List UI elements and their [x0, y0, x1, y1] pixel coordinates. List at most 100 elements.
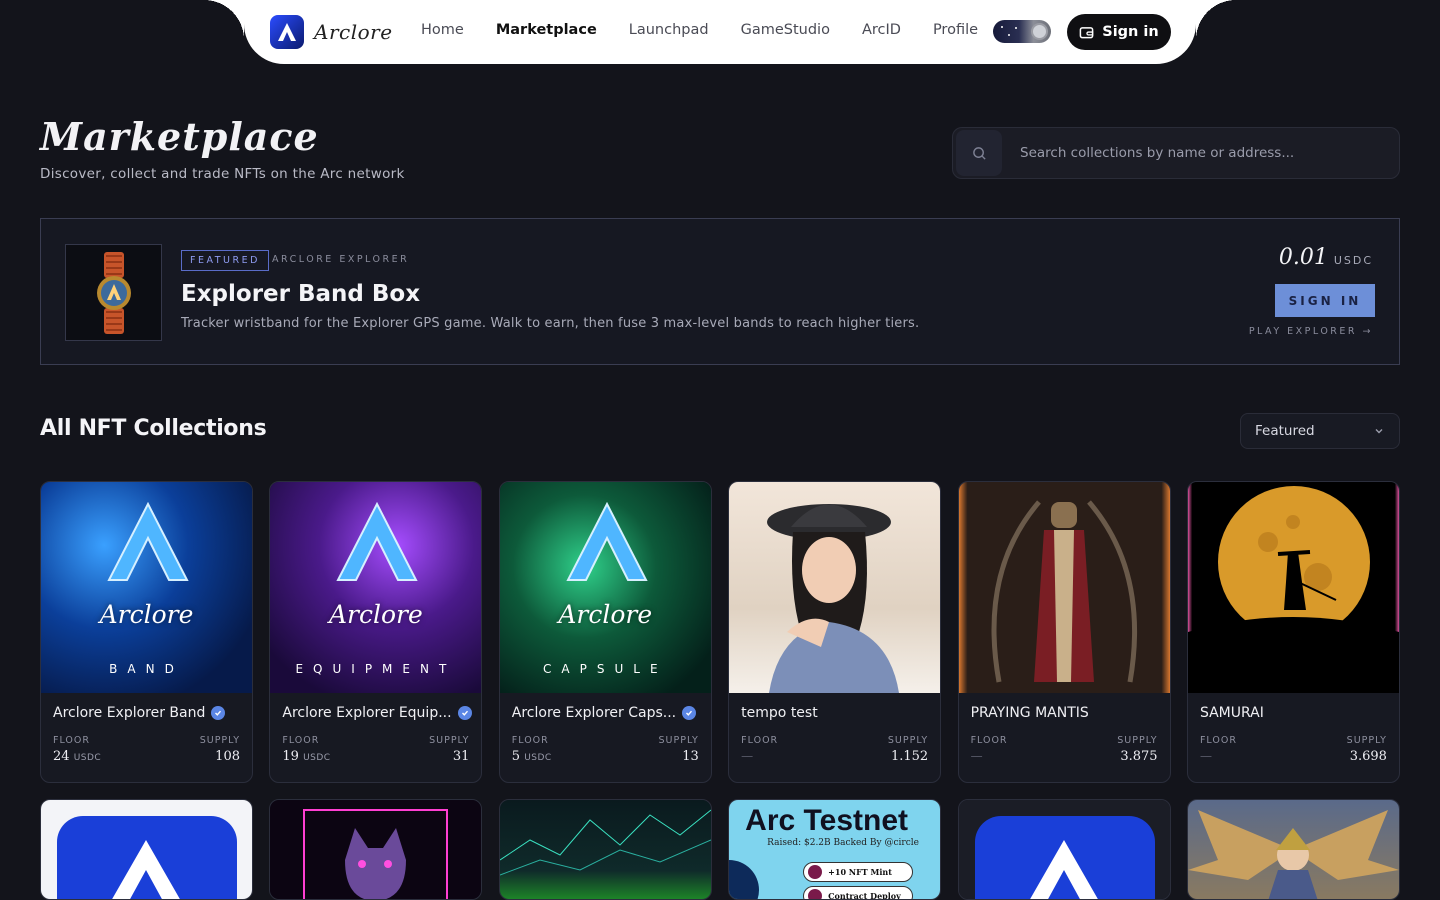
floor-label: FLOOR	[1199, 735, 1237, 746]
testnet-pill-deploy-label: Contract Deploy	[828, 891, 901, 900]
collections-title: All NFT Collections	[40, 416, 267, 441]
collection-card[interactable]	[1186, 799, 1400, 900]
floor-label: FLOOR	[53, 735, 90, 746]
collection-image	[499, 800, 711, 899]
collection-image: Arclore BAND	[41, 482, 252, 693]
nav-link-launchpad[interactable]: Launchpad	[629, 22, 709, 38]
floor-value: 24	[53, 749, 70, 764]
sort-dropdown[interactable]: Featured	[1240, 413, 1400, 449]
art-subtitle: CAPSULE	[543, 662, 668, 676]
supply-value: 3.875	[1120, 749, 1158, 764]
testnet-subtitle: Raised: $2.2B Backed By @circle	[767, 838, 919, 848]
collection-card[interactable]: PRAYING MANTIS FLOOR — SUPPLY 3.875	[957, 481, 1171, 783]
collection-image	[958, 800, 1170, 899]
sign-in-button[interactable]: Sign in	[1067, 14, 1171, 50]
play-explorer-link[interactable]: PLAY EXPLORER →	[1249, 326, 1373, 337]
floor-value: —	[1199, 749, 1212, 763]
collection-image: Arclore EQUIPMENT	[270, 482, 482, 693]
supply-label: SUPPLY	[1117, 735, 1158, 746]
collection-name: Arclore Explorer Caps...	[511, 705, 677, 721]
nav-link-profile[interactable]: Profile	[933, 22, 978, 38]
featured-title[interactable]: Explorer Band Box	[181, 281, 420, 307]
featured-description: Tracker wristband for the Explorer GPS g…	[181, 316, 920, 331]
supply-label: SUPPLY	[658, 735, 699, 746]
arclore-logo-icon	[270, 15, 304, 49]
floor-value: —	[970, 749, 983, 763]
nav-link-gamestudio[interactable]: GameStudio	[741, 22, 830, 38]
collection-name: PRAYING MANTIS	[970, 705, 1089, 721]
floor-label: FLOOR	[741, 735, 779, 746]
search-bar	[952, 127, 1400, 179]
collection-name: Arclore Explorer Equip...	[282, 705, 452, 721]
collection-card[interactable]	[269, 799, 483, 900]
search-input[interactable]	[1020, 145, 1380, 161]
floor-unit: USDC	[73, 753, 102, 763]
wristband-icon	[96, 251, 131, 334]
supply-label: SUPPLY	[1346, 735, 1387, 746]
testnet-pill-deploy: Contract Deploy	[803, 886, 914, 900]
art-title: Arclore	[99, 600, 194, 629]
supply-label: SUPPLY	[429, 735, 470, 746]
collection-image	[41, 800, 252, 899]
collection-card[interactable]: SAMURAI FLOOR — SUPPLY 3.698	[1186, 481, 1400, 783]
featured-collection-name[interactable]: ARCLORE EXPLORER	[272, 254, 409, 265]
testnet-title: Arc Testnet	[745, 804, 908, 837]
featured-price-unit: USDC	[1333, 254, 1373, 267]
nav-link-marketplace[interactable]: Marketplace	[496, 22, 597, 38]
collection-card[interactable]: tempo test FLOOR — SUPPLY 1.152	[728, 481, 942, 783]
collection-image: Arclore CAPSULE	[499, 482, 711, 693]
supply-value: 13	[682, 749, 699, 764]
floor-label: FLOOR	[282, 735, 320, 746]
supply-value: 108	[215, 749, 240, 764]
collection-name: Arclore Explorer Band	[53, 705, 206, 721]
collection-card[interactable]: Arclore EQUIPMENT Arclore Explorer Equip…	[269, 481, 483, 783]
top-navbar: Arclore Home Marketplace Launchpad GameS…	[204, 0, 1236, 64]
verified-icon	[211, 706, 226, 720]
featured-badge: FEATURED	[181, 250, 269, 271]
floor-unit: USDC	[524, 753, 552, 763]
collection-name: SAMURAI	[1199, 705, 1264, 721]
search-icon[interactable]	[956, 130, 1002, 176]
wallet-icon	[1079, 26, 1094, 38]
page-title: Marketplace	[40, 114, 319, 159]
floor-value: 5	[511, 749, 521, 764]
featured-price-value: 0.01	[1278, 245, 1328, 270]
supply-value: 3.698	[1349, 749, 1387, 764]
theme-toggle[interactable]	[993, 20, 1051, 43]
page-subtitle: Discover, collect and trade NFTs on the …	[40, 166, 405, 182]
supply-value: 31	[452, 749, 470, 764]
supply-label: SUPPLY	[199, 735, 240, 746]
collection-image	[270, 800, 482, 899]
testnet-pill-mint-label: +10 NFT Mint	[828, 867, 892, 877]
collection-image	[1187, 800, 1399, 899]
verified-icon	[682, 706, 697, 720]
nav-link-home[interactable]: Home	[421, 22, 464, 38]
collection-image	[729, 482, 941, 693]
nav-link-arcid[interactable]: ArcID	[862, 22, 901, 38]
floor-value: 19	[282, 749, 299, 764]
floor-label: FLOOR	[970, 735, 1008, 746]
brand-name: Arclore	[314, 20, 393, 44]
art-title: Arclore	[328, 600, 423, 629]
collection-image	[1187, 482, 1399, 693]
collection-name: tempo test	[741, 705, 818, 721]
collections-grid: Arclore BAND Arclore Explorer Band FLOOR…	[40, 481, 1400, 783]
collection-card[interactable]: Arclore CAPSULE Arclore Explorer Caps...…	[498, 481, 712, 783]
brand-logo[interactable]: Arclore	[270, 15, 393, 49]
featured-sign-in-button[interactable]: SIGN IN	[1275, 284, 1375, 317]
collection-card[interactable]	[40, 799, 253, 900]
collection-card[interactable]: Arclore BAND Arclore Explorer Band FLOOR…	[40, 481, 253, 783]
sign-in-label: Sign in	[1102, 24, 1159, 40]
supply-value: 1.152	[890, 749, 929, 764]
floor-value: —	[741, 749, 754, 763]
featured-price: 0.01 USDC	[1279, 245, 1373, 270]
art-subtitle: BAND	[109, 662, 184, 676]
collection-card[interactable]: Arc Testnet Raised: $2.2B Backed By @cir…	[728, 799, 942, 900]
verified-icon	[457, 706, 472, 720]
collection-image: Arc Testnet Raised: $2.2B Backed By @cir…	[729, 800, 941, 900]
collection-card[interactable]	[957, 799, 1171, 900]
chevron-down-icon	[1375, 429, 1383, 434]
moon-icon	[1031, 23, 1048, 40]
featured-thumbnail[interactable]	[65, 244, 162, 341]
collection-card[interactable]	[498, 799, 712, 900]
